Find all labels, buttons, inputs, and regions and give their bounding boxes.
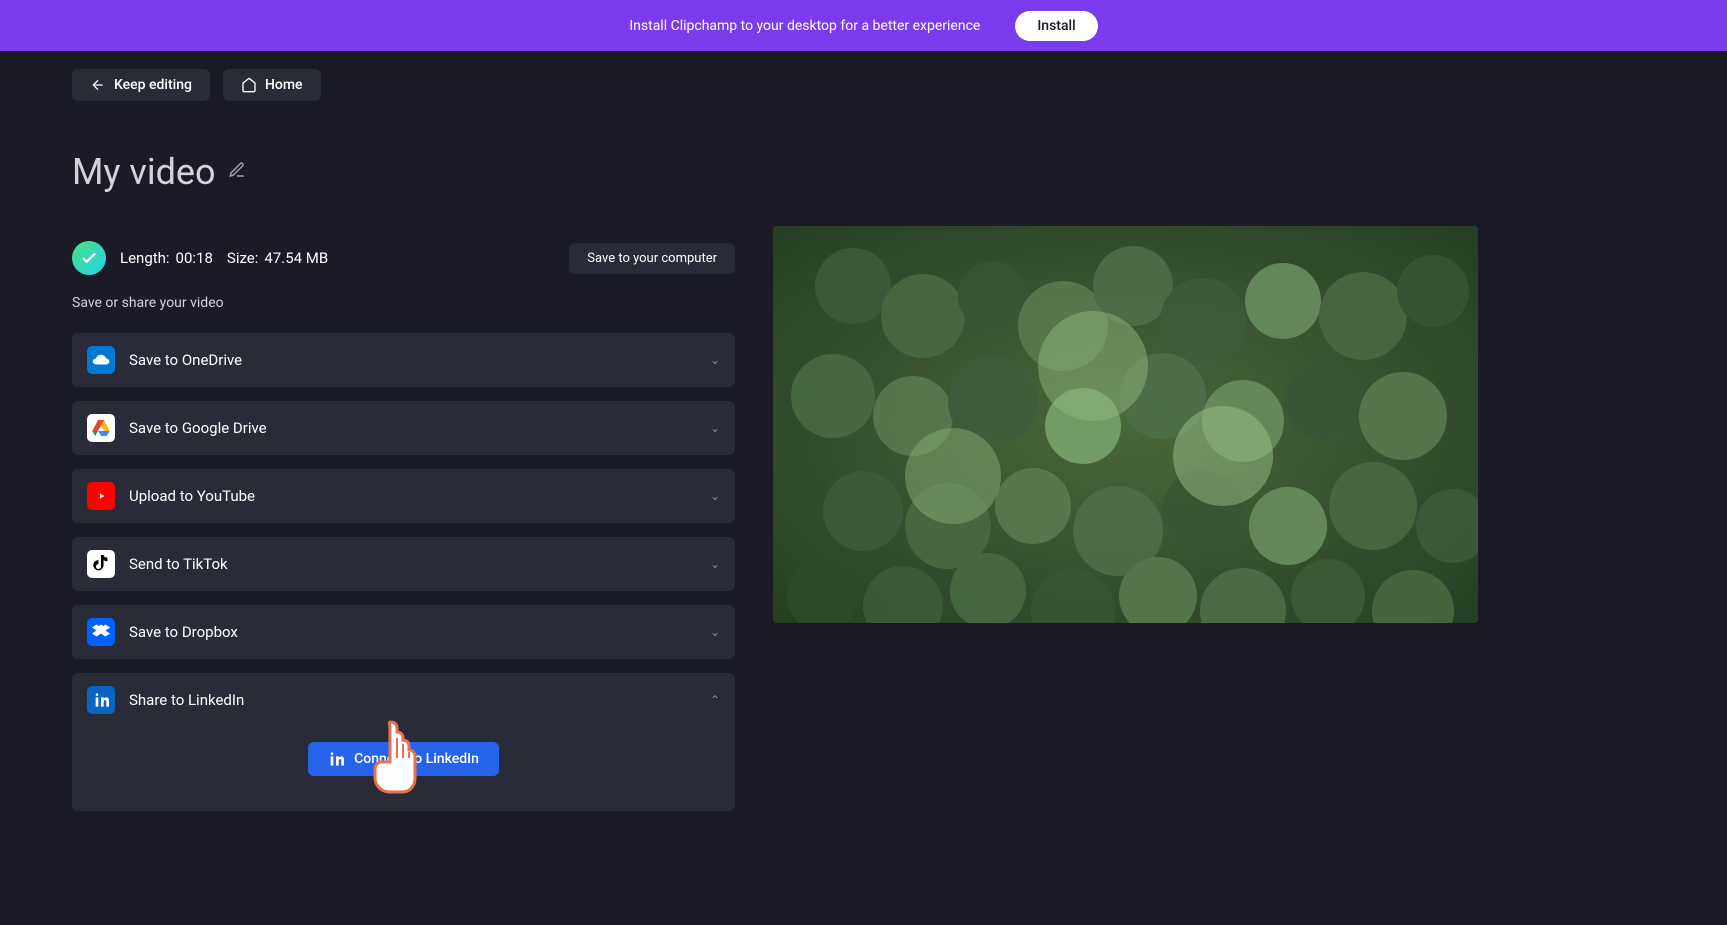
length-value: 00:18 — [176, 249, 213, 267]
video-preview[interactable] — [773, 226, 1478, 623]
size-value: 47.54 MB — [264, 249, 328, 267]
youtube-icon — [87, 482, 115, 510]
gdrive-label: Save to Google Drive — [129, 419, 710, 437]
share-item-tiktok[interactable]: Send to TikTok ⌄ — [72, 537, 735, 591]
chevron-up-icon: ⌃ — [710, 693, 720, 707]
save-computer-button[interactable]: Save to your computer — [569, 243, 735, 274]
share-item-dropbox[interactable]: Save to Dropbox ⌄ — [72, 605, 735, 659]
keep-editing-button[interactable]: Keep editing — [72, 69, 210, 101]
left-panel: My video Length: 00:18 Size: 47.54 MB Sa… — [72, 151, 735, 811]
tiktok-label: Send to TikTok — [129, 555, 710, 573]
onedrive-icon — [87, 346, 115, 374]
arrow-left-icon — [90, 77, 106, 93]
size-label: Size: — [227, 249, 258, 267]
linkedin-small-icon — [328, 751, 344, 767]
home-icon — [241, 77, 257, 93]
right-panel — [755, 151, 1655, 811]
dropbox-label: Save to Dropbox — [129, 623, 710, 641]
length-label: Length: — [120, 249, 170, 267]
gdrive-icon — [87, 414, 115, 442]
youtube-label: Upload to YouTube — [129, 487, 710, 505]
chevron-down-icon: ⌄ — [710, 557, 720, 571]
forest-thumbnail — [773, 226, 1478, 623]
chevron-down-icon: ⌄ — [710, 353, 720, 367]
chevron-down-icon: ⌄ — [710, 489, 720, 503]
tiktok-icon — [87, 550, 115, 578]
main-content: My video Length: 00:18 Size: 47.54 MB Sa… — [0, 101, 1727, 811]
banner-message: Install Clipchamp to your desktop for a … — [629, 18, 980, 34]
pointer-cursor-overlay — [360, 720, 422, 802]
chevron-down-icon: ⌄ — [710, 625, 720, 639]
home-button[interactable]: Home — [223, 69, 321, 101]
title-row: My video — [72, 151, 735, 193]
linkedin-icon — [87, 686, 115, 714]
video-info-row: Length: 00:18 Size: 47.54 MB Save to you… — [72, 241, 735, 275]
linkedin-header[interactable]: Share to LinkedIn ⌃ — [72, 673, 735, 727]
onedrive-label: Save to OneDrive — [129, 351, 710, 369]
install-button[interactable]: Install — [1015, 11, 1097, 41]
share-item-gdrive[interactable]: Save to Google Drive ⌄ — [72, 401, 735, 455]
check-icon — [80, 249, 98, 267]
share-item-youtube[interactable]: Upload to YouTube ⌄ — [72, 469, 735, 523]
success-badge — [72, 241, 106, 275]
install-banner: Install Clipchamp to your desktop for a … — [0, 0, 1727, 51]
nav-bar: Keep editing Home — [0, 51, 1727, 101]
home-label: Home — [265, 77, 303, 93]
chevron-down-icon: ⌄ — [710, 421, 720, 435]
page-title: My video — [72, 151, 216, 193]
dropbox-icon — [87, 618, 115, 646]
share-section-label: Save or share your video — [72, 295, 735, 311]
edit-title-icon[interactable] — [228, 161, 246, 183]
linkedin-label: Share to LinkedIn — [129, 691, 710, 709]
keep-editing-label: Keep editing — [114, 77, 192, 93]
share-item-onedrive[interactable]: Save to OneDrive ⌄ — [72, 333, 735, 387]
